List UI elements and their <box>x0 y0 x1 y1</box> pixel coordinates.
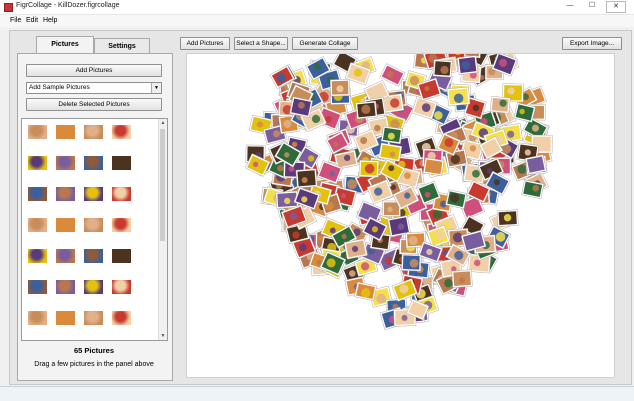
menu-edit[interactable]: Edit <box>26 17 38 24</box>
picture-thumbnail[interactable] <box>112 218 131 232</box>
minimize-icon[interactable]: — <box>561 1 579 11</box>
collage-photo <box>496 209 519 227</box>
picture-thumbnail[interactable] <box>112 156 131 170</box>
toolbar-add-pictures-button[interactable]: Add Pictures <box>180 37 230 50</box>
collage-photo <box>524 154 547 175</box>
pictures-list[interactable]: ▲ ▼ <box>21 118 168 341</box>
collage-photo <box>355 100 378 120</box>
picture-thumbnail[interactable] <box>84 187 103 201</box>
collage-photo <box>354 281 378 302</box>
picture-thumbnail[interactable] <box>84 218 103 232</box>
picture-thumbnail[interactable] <box>56 187 75 201</box>
collage-photo <box>422 157 445 177</box>
generate-collage-button[interactable]: Generate Collage <box>292 37 358 50</box>
menu-help[interactable]: Help <box>43 17 57 24</box>
collage-photo <box>295 168 318 189</box>
picture-thumbnail[interactable] <box>56 249 75 263</box>
picture-thumbnail[interactable] <box>28 125 47 139</box>
collage-photo <box>343 238 368 260</box>
scrollbar-thumb[interactable] <box>160 129 165 241</box>
picture-thumbnail[interactable] <box>56 311 75 325</box>
picture-thumbnail[interactable] <box>84 156 103 170</box>
picture-thumbnail[interactable] <box>28 311 47 325</box>
scroll-up-icon[interactable]: ▲ <box>159 119 167 127</box>
collage-photo <box>489 95 511 114</box>
delete-selected-button[interactable]: Delete Selected Pictures <box>26 98 162 111</box>
title-bar: FigrCollage - KillDozer.figrcollage — ☐ … <box>0 0 634 15</box>
scroll-down-icon[interactable]: ▼ <box>159 332 167 340</box>
collage-photo <box>432 59 453 78</box>
window-title: FigrCollage - KillDozer.figrcollage <box>16 2 120 9</box>
heart-collage <box>244 54 553 330</box>
menu-bar: File Edit Help <box>0 15 634 27</box>
add-pictures-button[interactable]: Add Pictures <box>26 64 162 77</box>
collage-canvas[interactable] <box>186 53 615 378</box>
picture-thumbnail[interactable] <box>56 218 75 232</box>
thumbnail-grid <box>22 119 159 340</box>
picture-thumbnail[interactable] <box>84 249 103 263</box>
picture-thumbnail[interactable] <box>112 187 131 201</box>
picture-thumbnail[interactable] <box>112 249 131 263</box>
picture-thumbnail[interactable] <box>28 187 47 201</box>
collage-photo <box>451 269 473 288</box>
picture-thumbnail[interactable] <box>28 249 47 263</box>
menu-file[interactable]: File <box>10 17 21 24</box>
maximize-icon[interactable]: ☐ <box>583 1 601 11</box>
status-bar <box>0 386 634 401</box>
picture-thumbnail[interactable] <box>28 218 47 232</box>
picture-thumbnail[interactable] <box>28 156 47 170</box>
list-scrollbar[interactable]: ▲ ▼ <box>158 119 167 340</box>
collage-photo <box>358 159 380 178</box>
sample-pictures-select-value: Add Sample Pictures <box>29 84 90 91</box>
picture-thumbnail[interactable] <box>112 125 131 139</box>
picture-thumbnail[interactable] <box>56 125 75 139</box>
picture-thumbnail[interactable] <box>84 125 103 139</box>
picture-thumbnail[interactable] <box>28 280 47 294</box>
select-shape-button[interactable]: Select a Shape... <box>234 37 288 50</box>
picture-thumbnail[interactable] <box>56 280 75 294</box>
picture-count: 65 Pictures <box>73 346 115 355</box>
drag-hint: Drag a few pictures in the panel above <box>34 361 154 368</box>
collage-photo <box>401 253 422 272</box>
close-icon[interactable]: ✕ <box>606 1 626 13</box>
collage-photo <box>330 79 351 97</box>
collage-photo <box>456 55 479 75</box>
collage-photo <box>378 142 403 162</box>
picture-thumbnail[interactable] <box>84 311 103 325</box>
app-icon <box>4 3 13 12</box>
collage-photo <box>446 86 471 107</box>
sample-pictures-select[interactable]: Add Sample Pictures ▼ <box>26 82 162 94</box>
picture-thumbnail[interactable] <box>112 311 131 325</box>
chevron-down-icon[interactable]: ▼ <box>151 83 161 93</box>
picture-thumbnail[interactable] <box>56 156 75 170</box>
collage-photo <box>381 125 403 145</box>
picture-thumbnail[interactable] <box>84 280 103 294</box>
picture-thumbnail[interactable] <box>112 280 131 294</box>
export-image-button[interactable]: Export Image... <box>562 37 622 50</box>
